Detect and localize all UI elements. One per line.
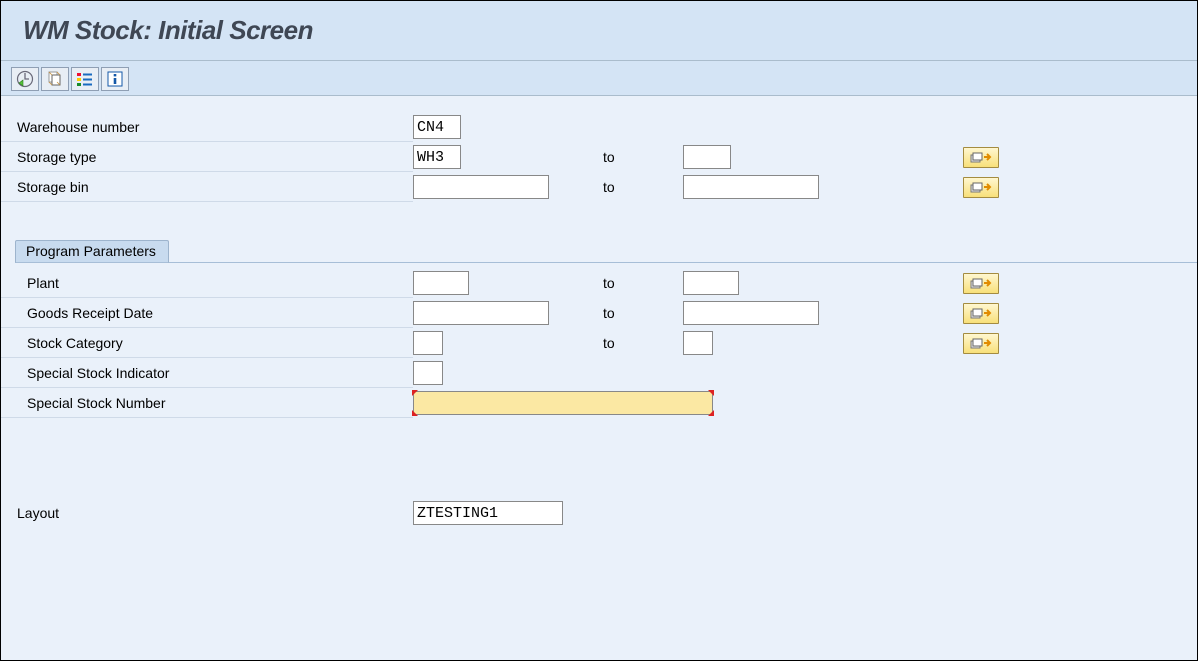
- row-goods-receipt-date: Goods Receipt Date to: [1, 298, 1197, 328]
- info-icon: [106, 70, 124, 88]
- label-layout: Layout: [1, 498, 413, 528]
- layout-input[interactable]: [413, 501, 563, 525]
- label-storage-type: Storage type: [1, 142, 413, 172]
- page-title: WM Stock: Initial Screen: [23, 15, 313, 45]
- storage-bin-to-input[interactable]: [683, 175, 819, 199]
- plant-from-input[interactable]: [413, 271, 469, 295]
- execute-icon: [16, 70, 34, 88]
- row-special-stock-number: Special Stock Number: [1, 388, 1197, 418]
- group-program-parameters-header: Program Parameters: [1, 238, 1197, 264]
- label-storage-bin: Storage bin: [1, 172, 413, 202]
- storage-type-range-button[interactable]: [963, 147, 999, 168]
- selection-options-button[interactable]: [71, 67, 99, 91]
- toolbar: [1, 61, 1197, 96]
- stock-category-range-button[interactable]: [963, 333, 999, 354]
- storage-type-from-input[interactable]: [413, 145, 461, 169]
- gr-date-from-input[interactable]: [413, 301, 549, 325]
- label-special-stock-number: Special Stock Number: [1, 388, 413, 418]
- label-to: to: [583, 305, 683, 321]
- storage-bin-range-button[interactable]: [963, 177, 999, 198]
- special-stock-number-input[interactable]: [413, 391, 713, 415]
- multiple-selection-icon: [970, 150, 992, 165]
- stock-category-to-input[interactable]: [683, 331, 713, 355]
- selection-screen: Warehouse number Storage type to: [1, 96, 1197, 660]
- row-storage-type: Storage type to: [1, 142, 1197, 172]
- label-plant: Plant: [1, 268, 413, 298]
- storage-bin-from-input[interactable]: [413, 175, 549, 199]
- plant-range-button[interactable]: [963, 273, 999, 294]
- label-goods-receipt-date: Goods Receipt Date: [1, 298, 413, 328]
- variants-button[interactable]: [41, 67, 69, 91]
- multiple-selection-icon: [970, 336, 992, 351]
- sap-window: WM Stock: Initial Screen: [0, 0, 1198, 661]
- label-to: to: [583, 275, 683, 291]
- selection-options-icon: [76, 70, 94, 88]
- row-storage-bin: Storage bin to: [1, 172, 1197, 202]
- multiple-selection-icon: [970, 180, 992, 195]
- row-stock-category: Stock Category to: [1, 328, 1197, 358]
- row-warehouse-number: Warehouse number: [1, 112, 1197, 142]
- special-stock-indicator-input[interactable]: [413, 361, 443, 385]
- label-special-stock-indicator: Special Stock Indicator: [1, 358, 413, 388]
- gr-date-to-input[interactable]: [683, 301, 819, 325]
- variant-icon: [46, 70, 64, 88]
- execute-button[interactable]: [11, 67, 39, 91]
- group-title-program-parameters: Program Parameters: [15, 240, 169, 263]
- plant-to-input[interactable]: [683, 271, 739, 295]
- stock-category-from-input[interactable]: [413, 331, 443, 355]
- row-layout: Layout: [1, 498, 1197, 528]
- label-to: to: [583, 149, 683, 165]
- multiple-selection-icon: [970, 276, 992, 291]
- label-warehouse-number: Warehouse number: [1, 112, 413, 142]
- group-program-parameters: Plant to: [1, 264, 1197, 418]
- info-button[interactable]: [101, 67, 129, 91]
- gr-date-range-button[interactable]: [963, 303, 999, 324]
- label-to: to: [583, 335, 683, 351]
- multiple-selection-icon: [970, 306, 992, 321]
- label-stock-category: Stock Category: [1, 328, 413, 358]
- row-special-stock-indicator: Special Stock Indicator: [1, 358, 1197, 388]
- storage-type-to-input[interactable]: [683, 145, 731, 169]
- title-area: WM Stock: Initial Screen: [1, 1, 1197, 61]
- warehouse-number-input[interactable]: [413, 115, 461, 139]
- row-plant: Plant to: [1, 268, 1197, 298]
- label-to: to: [583, 179, 683, 195]
